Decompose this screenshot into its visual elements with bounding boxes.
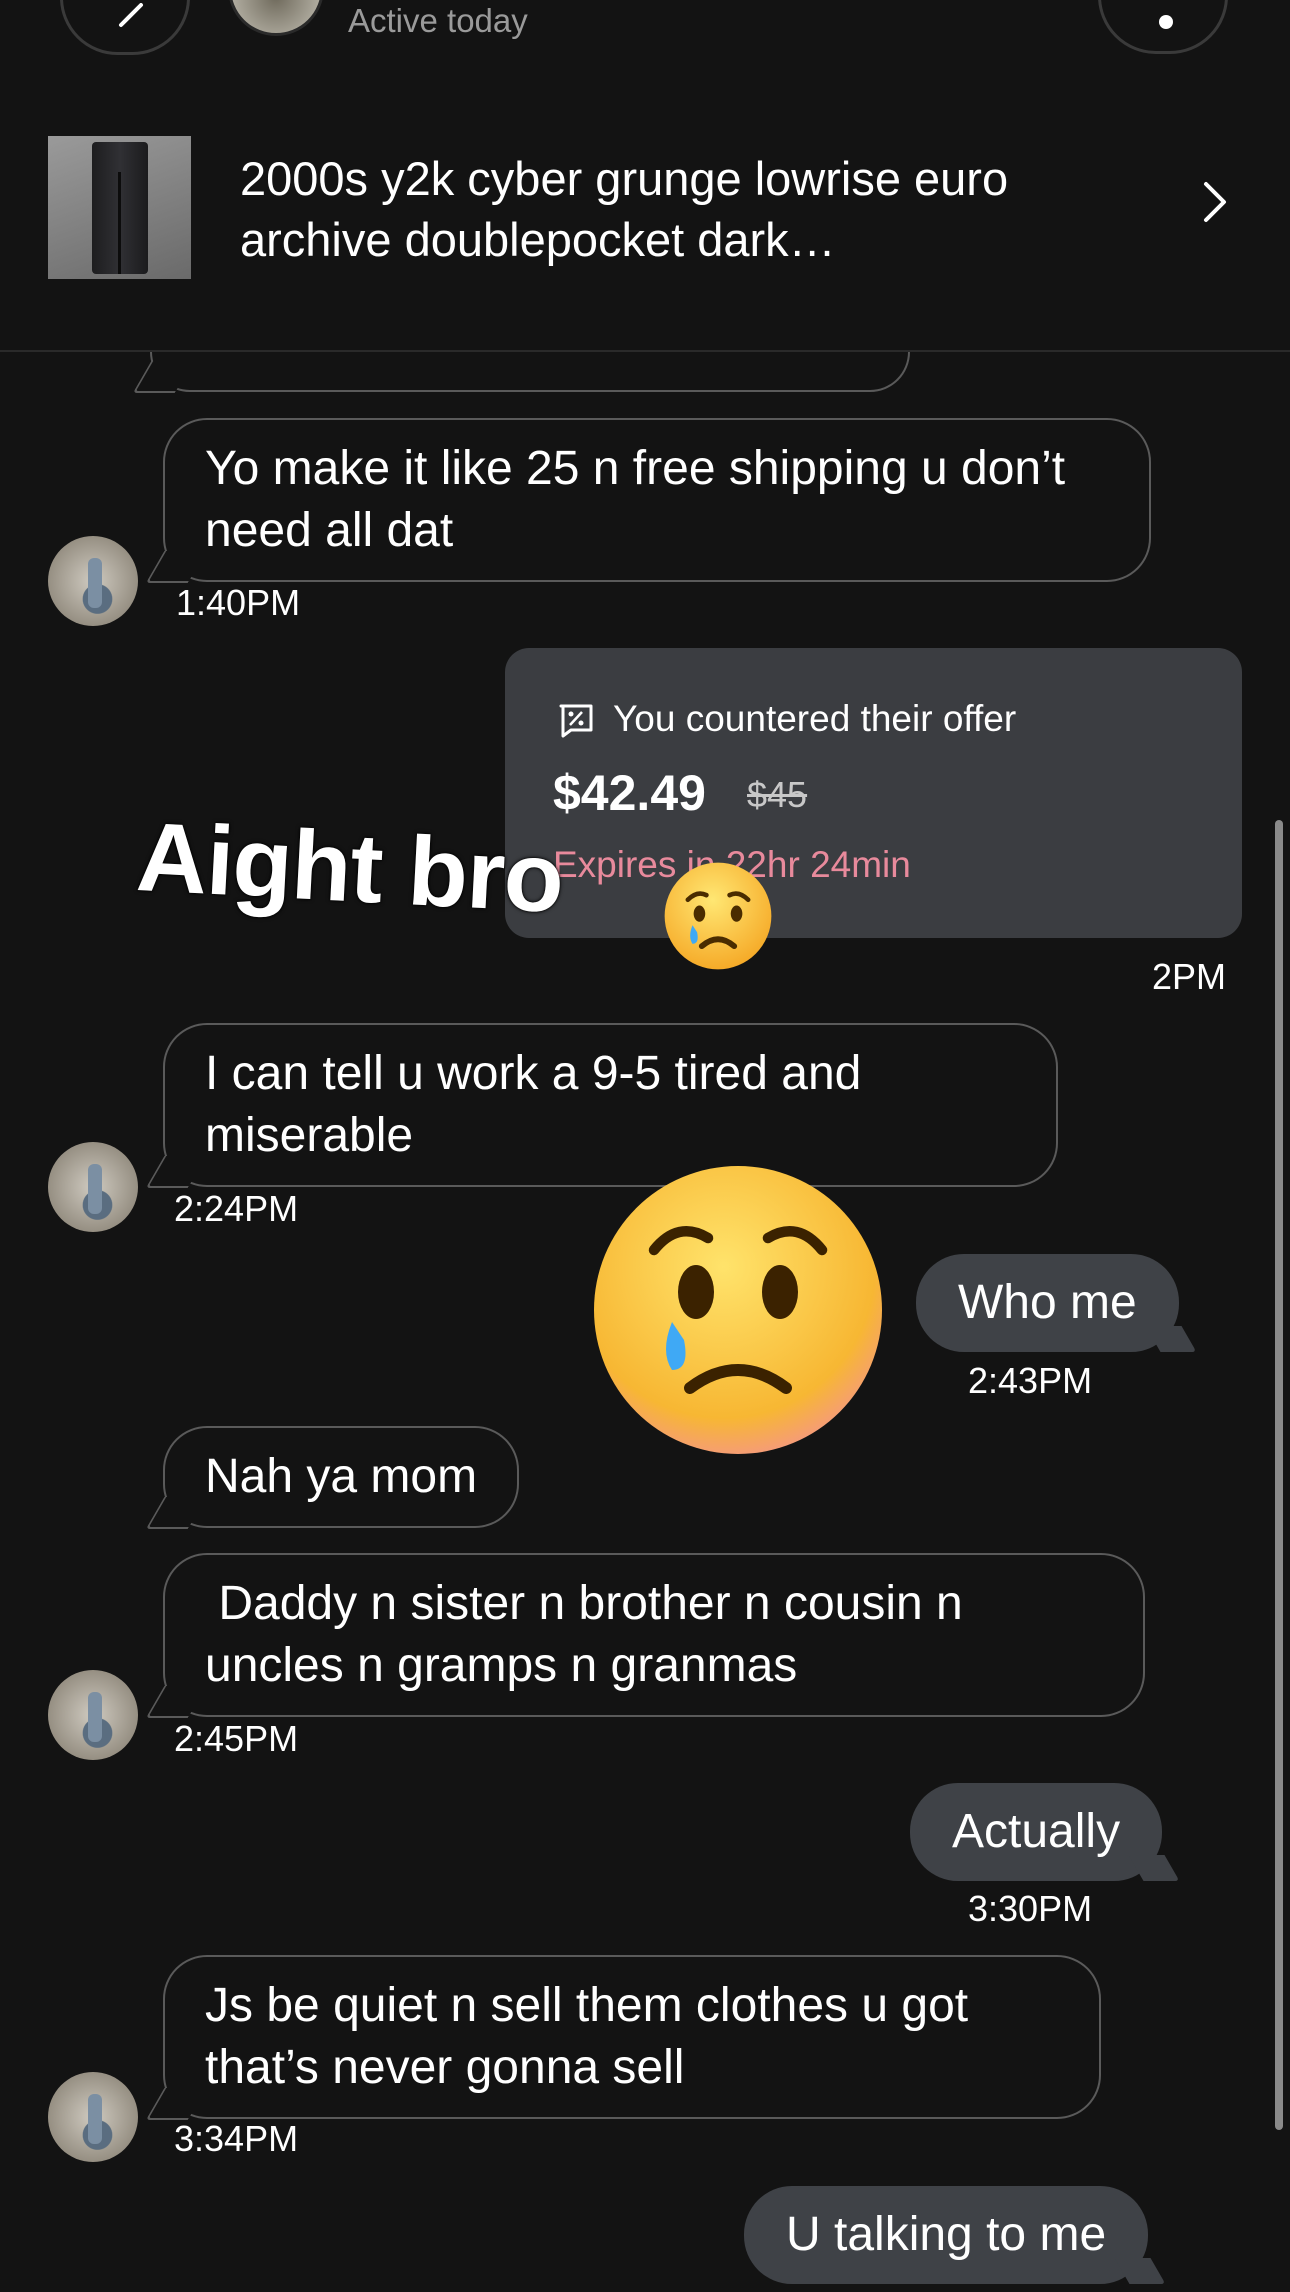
chevron-right-icon: [1204, 182, 1226, 222]
message-bubble: U talking to me: [744, 2186, 1149, 2284]
listing-summary[interactable]: 2000s y2k cyber grunge lowrise euro arch…: [0, 120, 1290, 295]
more-options-button[interactable]: [1098, 0, 1228, 54]
message-time: 3:30PM: [968, 1888, 1093, 1929]
offer-card[interactable]: You countered their offer $42.49 $45 Exp…: [505, 648, 1242, 938]
message-time: 2:24PM: [174, 1188, 299, 1229]
avatar[interactable]: [228, 0, 324, 36]
sticker-text: Aight bro: [134, 800, 566, 934]
message-bubble: Actually: [910, 1783, 1163, 1881]
scrollbar[interactable]: [1275, 820, 1283, 2130]
message-text: Actually: [952, 1805, 1121, 1858]
message-text: Daddy n sister n brother n cousin n uncl…: [205, 1577, 977, 1692]
message-text: Js be quiet n sell them clothes u got th…: [205, 1979, 969, 2094]
offer-original-price: $45: [747, 774, 808, 815]
message-bubble: Daddy n sister n brother n cousin n uncl…: [163, 1553, 1145, 1717]
chat-header: Active today 2000s y2k cyber grunge lowr…: [0, 0, 1290, 352]
listing-title: 2000s y2k cyber grunge lowrise euro arch…: [240, 152, 1009, 266]
crying-face-icon: [664, 862, 772, 970]
message-text: Who me: [958, 1276, 1137, 1329]
message-time: 3:34PM: [174, 2118, 299, 2159]
message-time: 1:40PM: [176, 582, 301, 623]
avatar[interactable]: [48, 536, 138, 626]
message-bubble: Yo make it like 25 n free shipping u don…: [163, 418, 1151, 582]
listing-thumbnail: [48, 136, 191, 279]
message-text: I can tell u work a 9-5 tired and misera…: [205, 1047, 862, 1162]
offer-tag-icon: [559, 704, 593, 738]
chevron-left-icon: [119, 3, 143, 27]
offer-label: You countered their offer: [613, 698, 1017, 739]
offer-price: $42.49: [553, 765, 706, 821]
message-bubble: Js be quiet n sell them clothes u got th…: [163, 1955, 1101, 2119]
message-time: 2:45PM: [174, 1718, 299, 1759]
message-bubble: Who me: [916, 1254, 1179, 1352]
avatar[interactable]: [48, 1670, 138, 1760]
message-time: 2:43PM: [968, 1360, 1093, 1401]
avatar[interactable]: [48, 1142, 138, 1232]
active-status: Active today: [348, 2, 528, 39]
message-text: U talking to me: [786, 2208, 1107, 2261]
back-button[interactable]: [60, 0, 190, 55]
message-text: Yo make it like 25 n free shipping u don…: [205, 442, 1066, 557]
offer-time: 2PM: [1152, 956, 1227, 997]
message-text: Nah ya mom: [205, 1450, 478, 1503]
message-bubble: Nah ya mom: [163, 1426, 520, 1528]
more-icon: [1159, 15, 1173, 29]
avatar[interactable]: [48, 2072, 138, 2162]
crying-face-icon: [594, 1166, 882, 1454]
